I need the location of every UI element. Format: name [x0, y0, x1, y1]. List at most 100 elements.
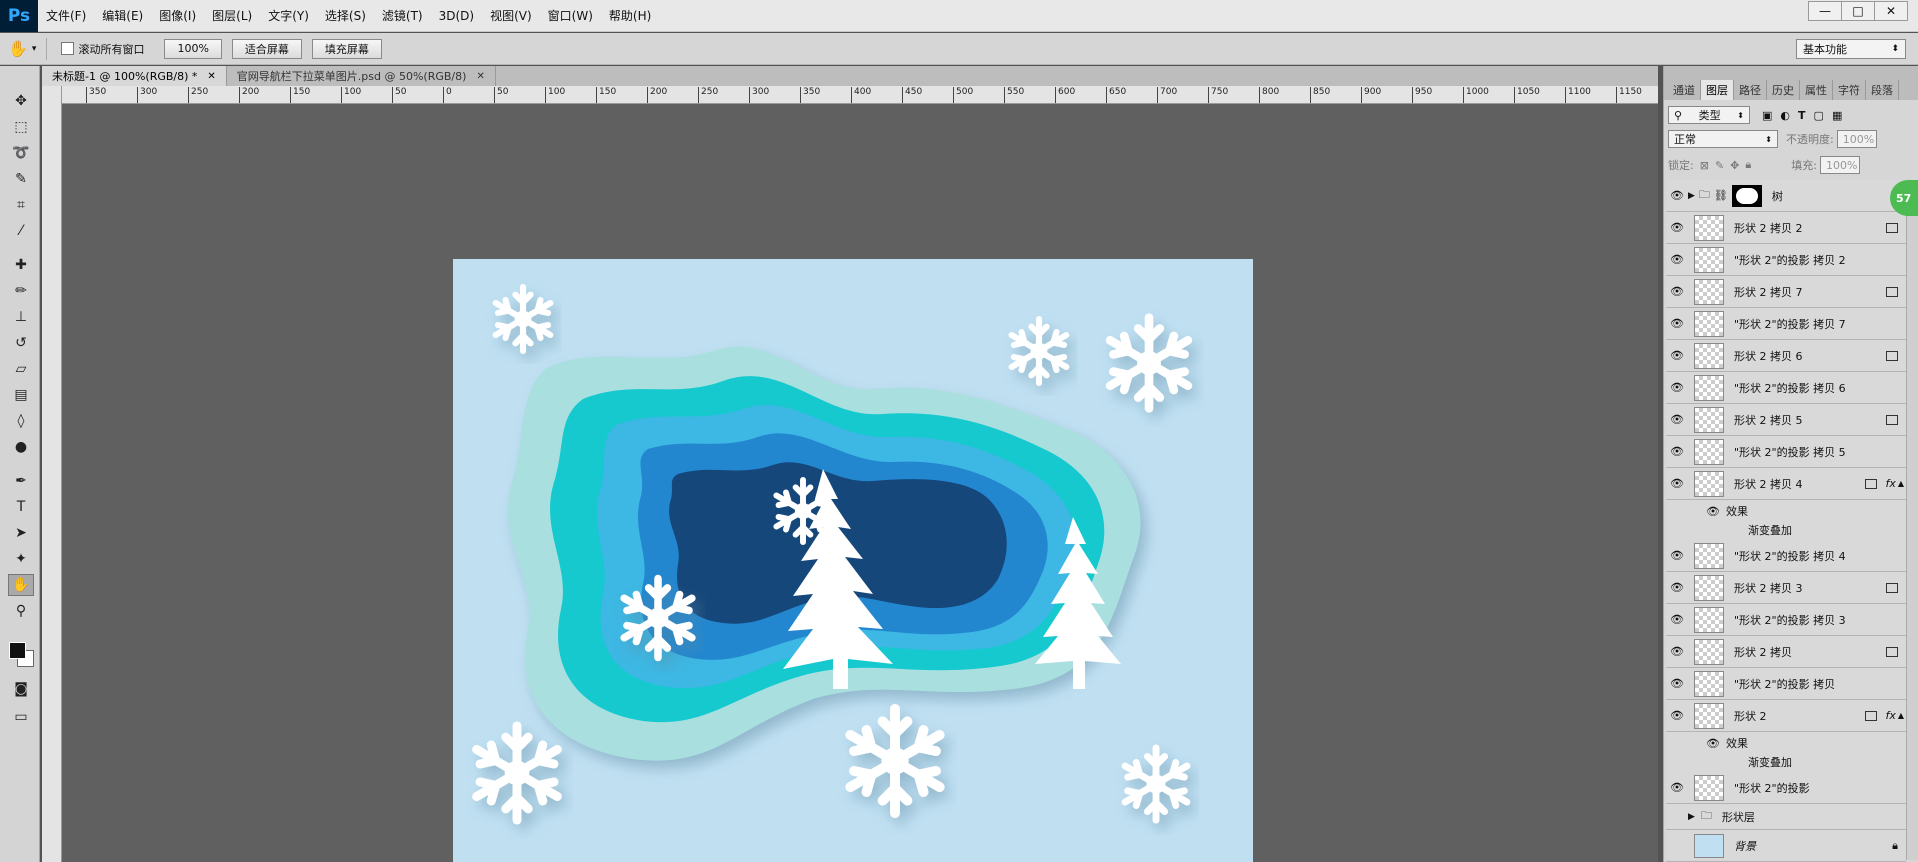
layer-group-tree[interactable]: 👁︎ ▶ 🗀 ⛓ 树 — [1666, 180, 1906, 212]
brush-tool-icon[interactable]: ✏ — [8, 280, 34, 302]
visibility-eye-icon[interactable]: 👁︎ — [1666, 781, 1688, 794]
lock-transparency-icon[interactable]: ⊠ — [1700, 159, 1709, 172]
visibility-eye-icon[interactable]: 👁︎ — [1666, 285, 1688, 298]
lasso-tool-icon[interactable]: ➰ — [8, 142, 34, 164]
layers-scrollbar[interactable] — [1906, 180, 1918, 860]
expand-arrow-icon[interactable]: ▶ — [1688, 191, 1695, 201]
type-tool-icon[interactable]: T — [8, 496, 34, 518]
move-tool-icon[interactable]: ✥ — [8, 90, 34, 112]
filter-kind-select[interactable]: ⚲ 类型 ⬍ — [1668, 106, 1750, 124]
menu-item[interactable]: 3D(D) — [431, 0, 482, 32]
layer-row[interactable]: 👁︎ 形状 2 fx ▲ — [1666, 700, 1906, 732]
layer-row[interactable]: 👁︎ "形状 2"的投影 拷贝 4 — [1666, 540, 1906, 572]
visibility-eye-icon[interactable]: 👁︎ — [1666, 613, 1688, 626]
filter-type-icon[interactable]: T — [1798, 109, 1806, 122]
visibility-eye-icon[interactable]: 👁︎ — [1666, 645, 1688, 658]
eyedropper-tool-icon[interactable]: ⁄ — [8, 220, 34, 242]
layer-row[interactable]: 👁︎ "形状 2"的投影 拷贝 5 — [1666, 436, 1906, 468]
notification-badge[interactable]: 57 — [1890, 180, 1918, 216]
visibility-eye-icon[interactable]: 👁︎ — [1666, 189, 1688, 202]
layer-row[interactable]: 👁︎ 形状 2 拷贝 4 fx ▲ — [1666, 468, 1906, 500]
fill-input[interactable]: 100% — [1819, 156, 1860, 174]
dodge-tool-icon[interactable]: ● — [8, 436, 34, 458]
effects-row[interactable]: 👁︎ 效果 — [1666, 501, 1906, 521]
fit-screen-button[interactable]: 适合屏幕 — [231, 38, 302, 59]
fx-icon[interactable]: fx — [1885, 709, 1895, 722]
collapse-arrow-icon[interactable]: ▲ — [1898, 711, 1904, 720]
visibility-eye-icon[interactable]: 👁︎ — [1666, 413, 1688, 426]
menu-item[interactable]: 帮助(H) — [601, 0, 659, 32]
layer-row[interactable]: 👁︎ 形状 2 拷贝 5 — [1666, 404, 1906, 436]
quick-selection-tool-icon[interactable]: ✎ — [8, 168, 34, 190]
effects-eye-icon[interactable]: 👁︎ — [1706, 505, 1720, 518]
quick-mask-icon[interactable]: ◙ — [8, 678, 34, 700]
effects-row[interactable]: 👁︎ 效果 — [1666, 733, 1906, 753]
layer-row[interactable]: 👁︎ 形状 2 拷贝 — [1666, 636, 1906, 668]
zoom-tool-icon[interactable]: ⚲ — [8, 600, 34, 622]
tab-paragraph[interactable]: 段落 — [1866, 80, 1899, 100]
layer-group-shapes[interactable]: ▶ 🗀 形状层 — [1666, 804, 1906, 830]
foreground-color-swatch[interactable] — [9, 642, 26, 659]
scroll-all-windows-checkbox[interactable] — [61, 42, 75, 55]
filter-pixel-icon[interactable]: ▣ — [1762, 109, 1772, 122]
history-brush-tool-icon[interactable]: ↺ — [8, 332, 34, 354]
blur-tool-icon[interactable]: ◊ — [8, 410, 34, 432]
layer-row[interactable]: 👁︎ 形状 2 拷贝 7 — [1666, 276, 1906, 308]
layer-row[interactable]: 👁︎ "形状 2"的投影 拷贝 — [1666, 668, 1906, 700]
layer-row[interactable]: 👁︎ 形状 2 拷贝 2 — [1666, 212, 1906, 244]
visibility-eye-icon[interactable]: 👁︎ — [1666, 253, 1688, 266]
close-icon[interactable]: ✕ — [476, 71, 484, 82]
clone-stamp-tool-icon[interactable]: ⊥ — [8, 306, 34, 328]
crop-tool-icon[interactable]: ⌗ — [8, 194, 34, 216]
path-selection-tool-icon[interactable]: ➤ — [8, 522, 34, 544]
tab-properties[interactable]: 属性 — [1800, 80, 1833, 100]
layer-row[interactable]: 👁︎ "形状 2"的投影 — [1666, 772, 1906, 804]
healing-brush-tool-icon[interactable]: ✚ — [8, 254, 34, 276]
menu-item[interactable]: 文件(F) — [38, 0, 94, 32]
gradient-overlay-row[interactable]: 渐变叠加 — [1666, 752, 1906, 772]
zoom-100-button[interactable]: 100% — [164, 38, 222, 59]
lock-position-icon[interactable]: ✥ — [1730, 159, 1739, 172]
layer-row[interactable]: 👁︎ 形状 2 拷贝 6 — [1666, 340, 1906, 372]
close-button[interactable]: ✕ — [1874, 1, 1908, 21]
effects-eye-icon[interactable]: 👁︎ — [1706, 737, 1720, 750]
lock-pixels-icon[interactable]: ✎ — [1715, 159, 1724, 172]
visibility-eye-icon[interactable]: 👁︎ — [1666, 709, 1688, 722]
filter-shape-icon[interactable]: ▢ — [1814, 109, 1824, 122]
visibility-eye-icon[interactable]: 👁︎ — [1666, 349, 1688, 362]
collapse-arrow-icon[interactable]: ▲ — [1898, 479, 1904, 488]
layer-row[interactable]: 👁︎ "形状 2"的投影 拷贝 2 — [1666, 244, 1906, 276]
gradient-tool-icon[interactable]: ▤ — [8, 384, 34, 406]
workspace-select[interactable]: 基本功能 ⬍ — [1796, 39, 1906, 59]
visibility-eye-icon[interactable]: 👁︎ — [1666, 581, 1688, 594]
tab-paths[interactable]: 路径 — [1734, 80, 1767, 100]
tab-character[interactable]: 字符 — [1833, 80, 1866, 100]
menu-item[interactable]: 选择(S) — [317, 0, 374, 32]
hand-tool-preset-icon[interactable]: ✋ — [8, 39, 28, 58]
menu-item[interactable]: 视图(V) — [482, 0, 540, 32]
layer-background[interactable]: 背景 🔒︎ — [1666, 830, 1906, 862]
menu-item[interactable]: 窗口(W) — [540, 0, 601, 32]
filter-smart-object-icon[interactable]: ▦ — [1832, 109, 1842, 122]
visibility-eye-icon[interactable]: 👁︎ — [1666, 477, 1688, 490]
menu-item[interactable]: 文字(Y) — [260, 0, 317, 32]
fx-icon[interactable]: fx — [1885, 477, 1895, 490]
visibility-eye-icon[interactable]: 👁︎ — [1666, 317, 1688, 330]
filter-adjustment-icon[interactable]: ◐ — [1780, 109, 1790, 122]
lock-all-icon[interactable]: 🔒︎ — [1745, 158, 1751, 172]
maximize-button[interactable]: □ — [1841, 1, 1875, 21]
tab-untitled[interactable]: 未标题-1 @ 100%(RGB/8) * ✕ — [42, 66, 227, 86]
layer-row[interactable]: 👁︎ 形状 2 拷贝 3 — [1666, 572, 1906, 604]
tab-history[interactable]: 历史 — [1767, 80, 1800, 100]
chevron-down-icon[interactable]: ▾ — [32, 44, 37, 54]
layer-row[interactable]: 👁︎ "形状 2"的投影 拷贝 7 — [1666, 308, 1906, 340]
minimize-button[interactable]: — — [1808, 1, 1842, 21]
marquee-tool-icon[interactable]: ⬚ — [8, 116, 34, 138]
canvas-area[interactable] — [62, 104, 1658, 862]
blend-mode-select[interactable]: 正常 ⬍ — [1668, 130, 1778, 148]
layer-row[interactable]: 👁︎ "形状 2"的投影 拷贝 6 — [1666, 372, 1906, 404]
visibility-eye-icon[interactable]: 👁︎ — [1666, 677, 1688, 690]
visibility-eye-icon[interactable]: 👁︎ — [1666, 221, 1688, 234]
tab-nav-dropdown-psd[interactable]: 官网导航栏下拉菜单图片.psd @ 50%(RGB/8) ✕ — [227, 66, 496, 86]
opacity-input[interactable]: 100% — [1836, 130, 1877, 148]
